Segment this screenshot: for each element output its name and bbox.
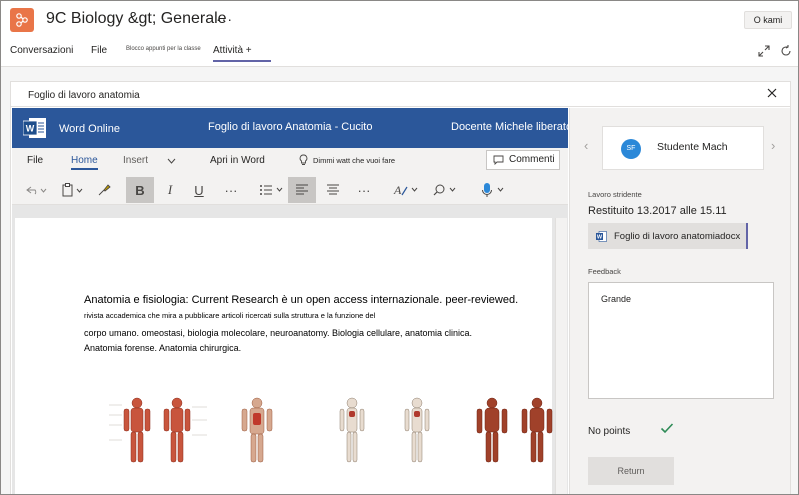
tab-file[interactable]: File (91, 45, 107, 56)
tab-blocco-appunti[interactable]: Blocco appunti per la classe (126, 46, 201, 52)
styles-icon[interactable]: A (390, 177, 424, 203)
avatar: SF (621, 139, 641, 159)
assignment-panel: Foglio di lavoro anatomia W Word Online … (10, 81, 791, 494)
channel-title: 9C Biology &gt; Generale (46, 10, 227, 27)
selection-indicator (746, 223, 748, 249)
tell-me-search[interactable]: Dimmi watt che vuoi fare (313, 156, 395, 165)
work-label: Lavoro stridente (588, 190, 642, 199)
teams-window: 9C Biology &gt; Generale ··· O kami Conv… (0, 0, 799, 495)
document-canvas: Anatomia e fisiologia: Current Research … (12, 205, 568, 494)
tab-attivita-label: Attività (213, 45, 244, 56)
ribbon-tab-insert[interactable]: Insert (123, 155, 148, 166)
tab-attivita[interactable]: Attività + (213, 45, 271, 62)
chevron-down-icon[interactable] (167, 158, 176, 164)
returned-status: Restituito 13.2017 alle 15.11 (588, 205, 727, 217)
align-center-icon[interactable] (319, 177, 347, 203)
word-logo-icon: W (23, 118, 46, 138)
word-title-bar: W Word Online Foglio di lavoro Anatomia … (12, 108, 572, 148)
feedback-text: Grande (601, 294, 632, 304)
paste-icon[interactable] (58, 177, 88, 203)
student-name: Studente Mach (657, 141, 728, 153)
panel-title-bar: Foglio di lavoro anatomia (11, 82, 790, 107)
svg-text:W: W (597, 235, 603, 241)
feedback-label: Feedback (588, 267, 621, 276)
align-left-icon[interactable] (288, 177, 316, 203)
undo-icon[interactable] (22, 177, 52, 203)
add-tab-icon[interactable]: + (246, 45, 252, 56)
document-line: Anatomia forense. Anatomia chirurgica. (84, 343, 242, 353)
comments-label: Commenti (509, 154, 555, 165)
underline-button[interactable]: U (185, 177, 213, 203)
vertical-scrollbar[interactable] (555, 218, 567, 494)
word-online-viewer: W Word Online Foglio di lavoro Anatomia … (12, 108, 572, 494)
feedback-field[interactable]: Grande (588, 282, 774, 399)
svg-text:W: W (26, 124, 35, 134)
bold-button[interactable]: B (126, 177, 154, 203)
find-icon[interactable] (430, 177, 464, 203)
team-hub-icon[interactable] (10, 8, 34, 32)
attached-file[interactable]: W Foglio di lavoro anatomiadocx (588, 223, 748, 249)
document-line: rivista accademica che mira a pubblicare… (84, 311, 376, 320)
teams-header: 9C Biology &gt; Generale ··· O kami Conv… (1, 1, 798, 67)
italic-button[interactable]: I (156, 177, 184, 203)
more-font-options-icon[interactable]: ··· (217, 177, 245, 203)
previous-student-icon[interactable]: ‹ (584, 138, 588, 153)
tab-conversazioni[interactable]: Conversazioni (10, 45, 73, 56)
file-name: Foglio di lavoro anatomiadocx (614, 231, 741, 242)
lightbulb-icon (299, 154, 308, 165)
panel-title: Foglio di lavoro anatomia (28, 90, 140, 101)
svg-text:A: A (393, 183, 402, 197)
user-name[interactable]: Docente Michele liberato (451, 121, 572, 133)
word-app-name: Word Online (59, 123, 120, 135)
document-page[interactable]: Anatomia e fisiologia: Current Research … (15, 218, 553, 494)
open-in-word-button[interactable]: Apri in Word (210, 155, 265, 166)
comment-icon (493, 155, 504, 165)
anatomy-figures-image (109, 397, 553, 463)
student-selector[interactable]: SF Studente Mach (602, 126, 764, 170)
format-painter-icon[interactable] (90, 177, 118, 203)
close-icon[interactable] (765, 86, 779, 100)
okami-button[interactable]: O kami (744, 11, 792, 29)
refresh-icon[interactable] (779, 44, 793, 58)
return-button[interactable]: Return (588, 457, 674, 485)
checkmark-icon (660, 423, 674, 434)
more-paragraph-options-icon[interactable]: ··· (350, 177, 378, 203)
points-label: No points (588, 426, 631, 437)
comments-button[interactable]: Commenti (486, 150, 560, 170)
document-line: corpo umano. omeostasi, biologia molecol… (84, 328, 473, 338)
expand-icon[interactable] (757, 44, 771, 58)
dictate-icon[interactable] (478, 177, 512, 203)
bullets-icon[interactable] (256, 177, 288, 203)
grading-pane: ‹ SF Studente Mach › Lavoro stridente Re… (569, 108, 790, 494)
more-options-button[interactable]: ··· (216, 11, 233, 27)
ribbon-tabs: File Home Insert Apri in Word Dimmi watt… (12, 148, 568, 174)
document-title[interactable]: Foglio di lavoro Anatomia - Cucito (208, 121, 372, 133)
ribbon-tab-home[interactable]: Home (71, 155, 98, 170)
word-file-icon: W (596, 231, 607, 242)
ribbon-toolbar: B I U ··· ··· A (12, 174, 568, 205)
next-student-icon[interactable]: › (771, 138, 775, 153)
document-heading: Anatomia e fisiologia: Current Research … (84, 294, 519, 306)
ribbon-tab-file[interactable]: File (27, 155, 43, 166)
